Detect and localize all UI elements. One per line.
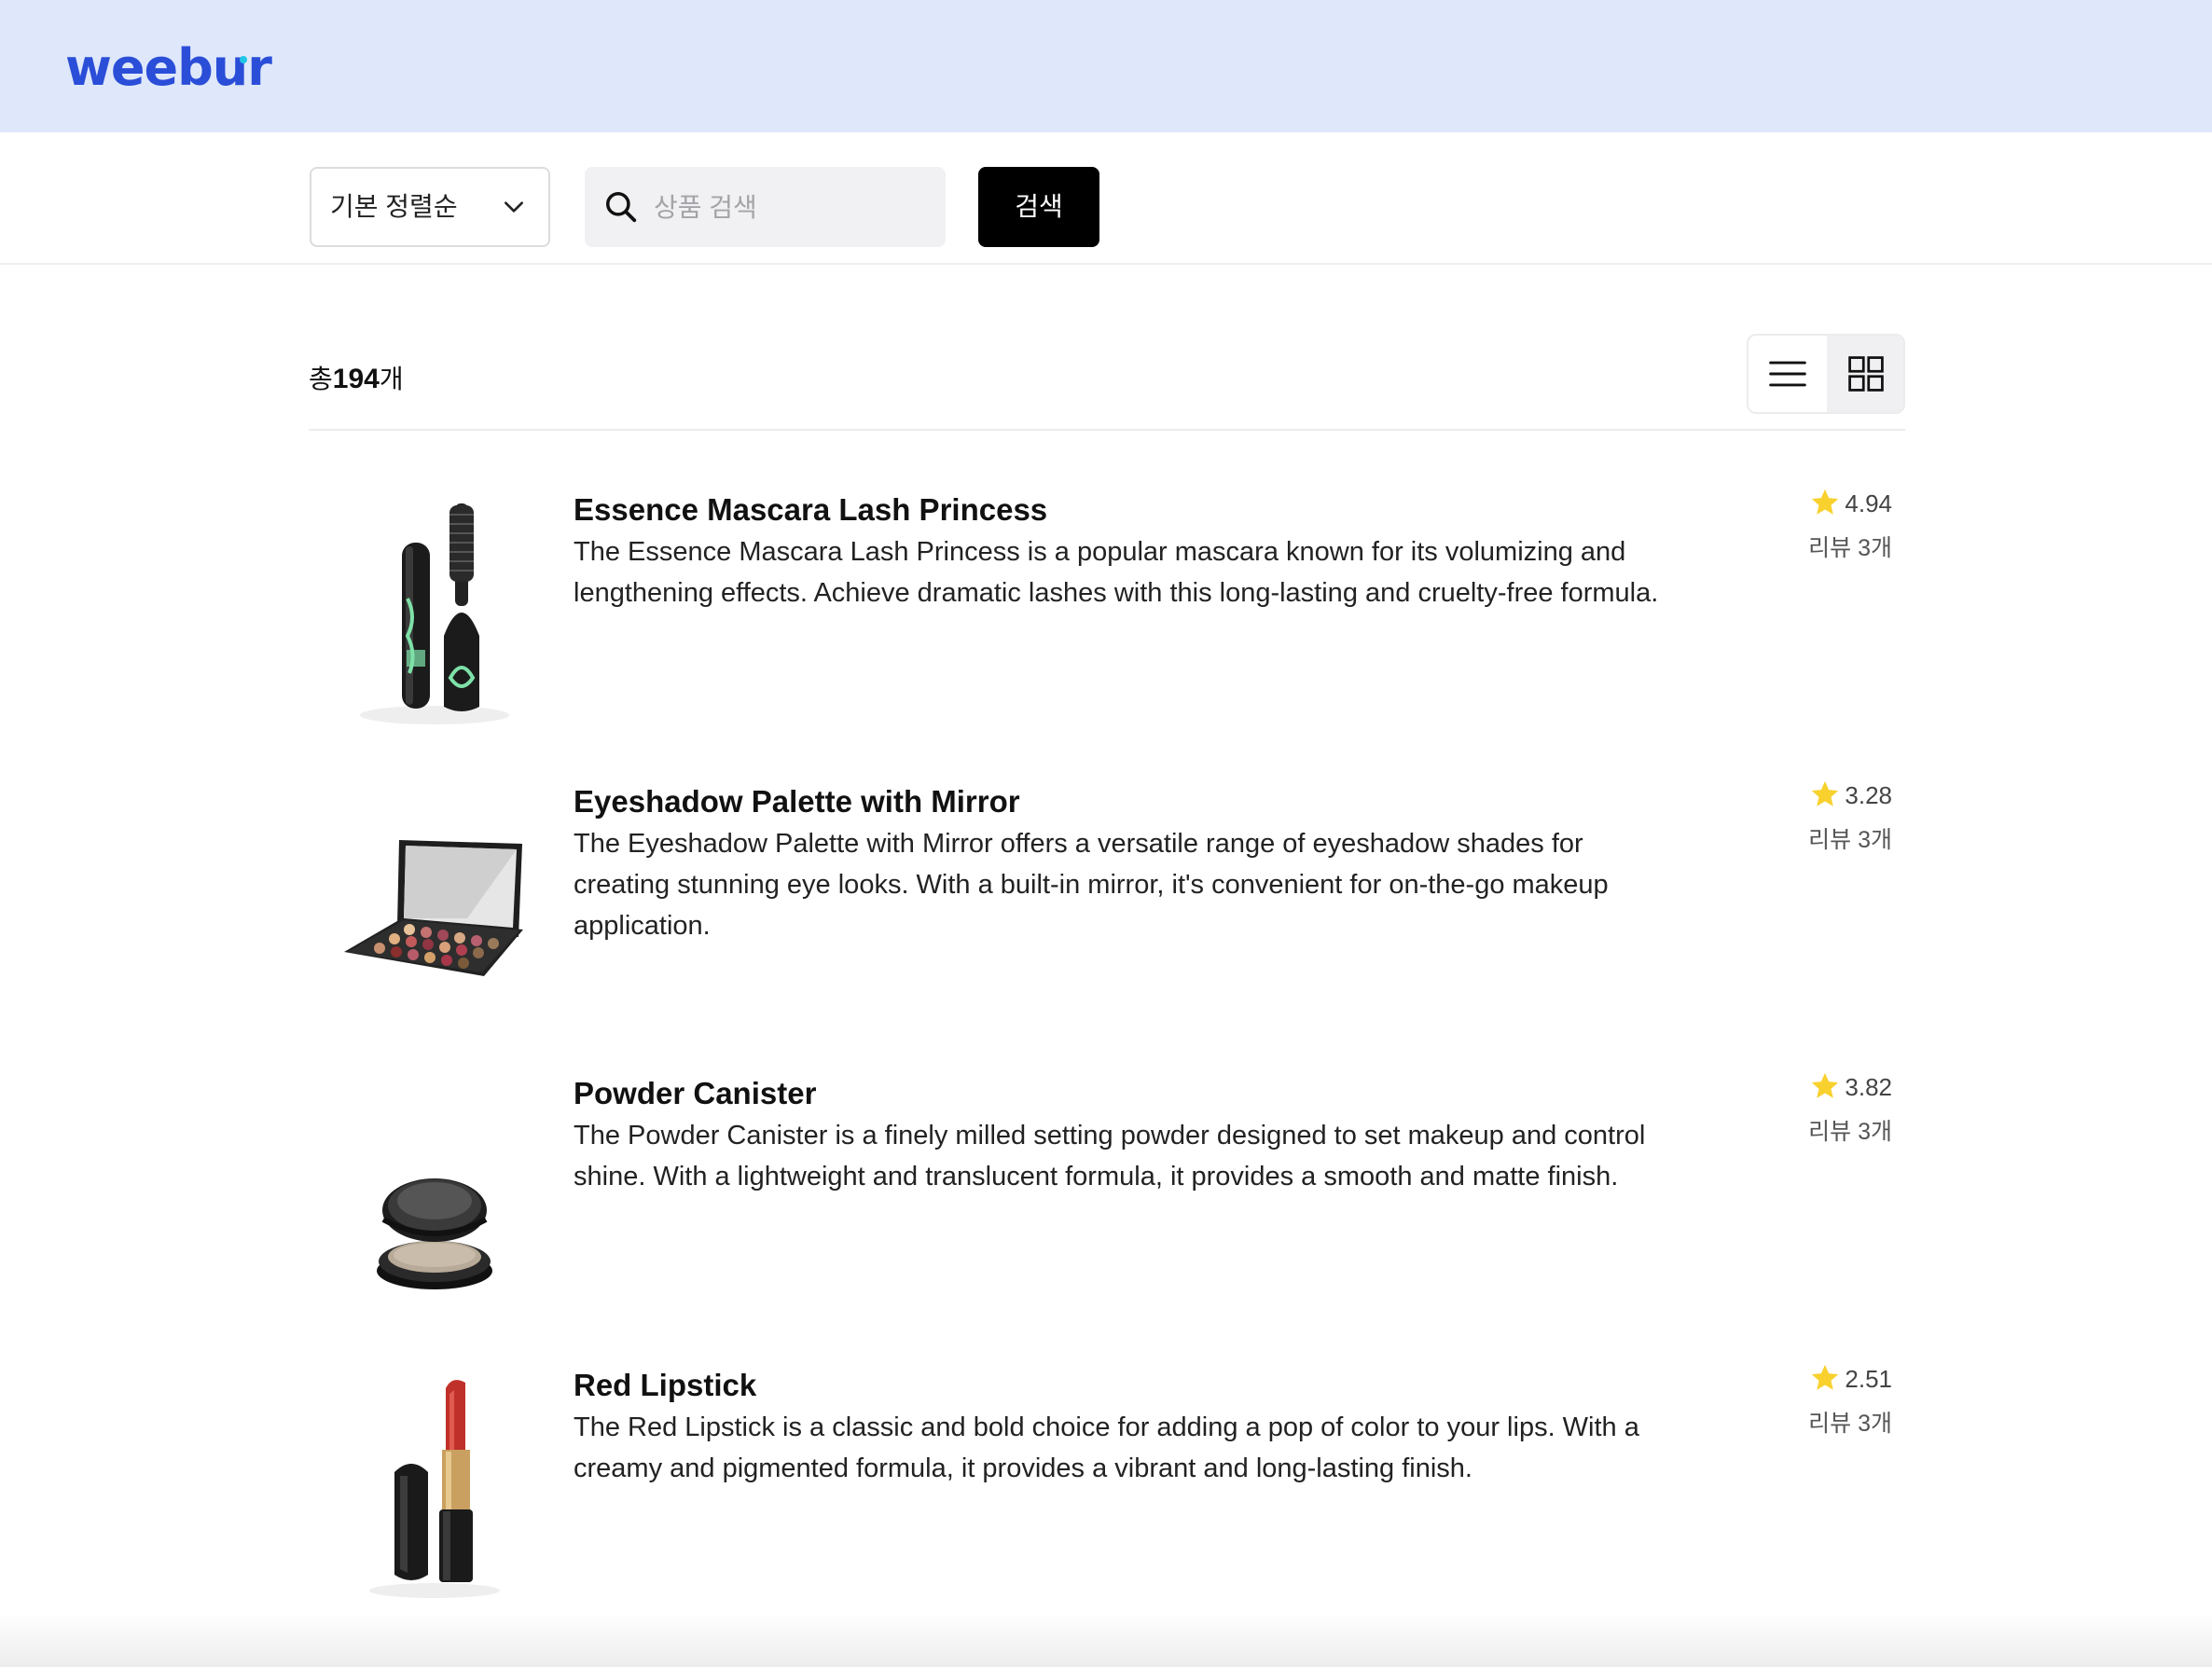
- eyeshadow-palette-icon: [344, 840, 523, 976]
- total-count: 총194개: [309, 356, 404, 403]
- product-item[interactable]: Red Lipstick The Red Lipstick is a class…: [309, 1362, 1905, 1633]
- brand-logo[interactable]: weebur: [65, 35, 272, 101]
- search-input[interactable]: [652, 167, 935, 249]
- rating-value: 3.82: [1845, 1073, 1892, 1101]
- product-item[interactable]: Essence Mascara Lash Princess The Essenc…: [309, 487, 1905, 757]
- grid-view-button[interactable]: [1827, 336, 1903, 412]
- star-icon: [1812, 780, 1839, 806]
- product-name[interactable]: Eyeshadow Palette with Mirror: [574, 778, 1020, 825]
- logo-dot: [240, 56, 247, 63]
- product-description: The Essence Mascara Lash Princess is a p…: [574, 537, 1659, 608]
- view-mode-toggle: [1747, 334, 1905, 414]
- review-count: 리뷰 3개: [1808, 827, 1892, 853]
- product-description: The Eyeshadow Palette with Mirror offers…: [574, 829, 1609, 941]
- review-count: 리뷰 3개: [1808, 1411, 1892, 1437]
- star-icon: [1812, 1364, 1839, 1390]
- list-view-icon: [1769, 361, 1806, 387]
- product-name[interactable]: Red Lipstick: [574, 1362, 756, 1409]
- product-item[interactable]: Eyeshadow Palette with Mirror The Eyesha…: [309, 778, 1905, 1049]
- star-icon: [1812, 1072, 1839, 1098]
- search-box[interactable]: [585, 167, 946, 249]
- sort-selected-label: 기본 정렬순: [330, 192, 458, 221]
- powder-compact-icon: [377, 1178, 492, 1289]
- search-icon: [606, 192, 637, 223]
- product-rating: 3.28 리뷰 3개: [1808, 775, 1892, 861]
- sort-select[interactable]: 기본 정렬순: [310, 167, 550, 247]
- product-item[interactable]: Powder Canister The Powder Canister is a…: [309, 1070, 1905, 1341]
- total-number: 194: [332, 364, 380, 394]
- total-prefix: 총: [309, 365, 333, 393]
- chevron-down-icon: [505, 201, 523, 213]
- product-description: The Powder Canister is a finely milled s…: [574, 1121, 1646, 1192]
- lipstick-icon: [369, 1380, 500, 1598]
- product-rating: 4.94 리뷰 3개: [1808, 483, 1892, 569]
- product-rating: 3.82 리뷰 3개: [1808, 1067, 1892, 1152]
- mascara-icon: [360, 503, 509, 724]
- product-name[interactable]: Powder Canister: [574, 1070, 816, 1117]
- product-rating: 2.51 리뷰 3개: [1808, 1358, 1892, 1444]
- review-count: 리뷰 3개: [1808, 535, 1892, 561]
- rating-value: 4.94: [1845, 489, 1892, 517]
- rating-value: 3.28: [1845, 781, 1892, 809]
- product-name[interactable]: Essence Mascara Lash Princess: [574, 487, 1047, 533]
- total-suffix: 개: [379, 365, 404, 393]
- list-view-button[interactable]: [1749, 336, 1827, 412]
- rating-value: 2.51: [1845, 1365, 1892, 1393]
- star-icon: [1812, 489, 1839, 515]
- search-toolbar: 기본 정렬순 검색: [0, 132, 2212, 265]
- list-header: 총194개: [309, 332, 1905, 431]
- review-count: 리뷰 3개: [1808, 1119, 1892, 1145]
- grid-view-icon: [1848, 356, 1884, 392]
- product-description: The Red Lipstick is a classic and bold c…: [574, 1412, 1639, 1483]
- search-button[interactable]: 검색: [978, 167, 1099, 247]
- top-header: weebur: [0, 0, 2212, 132]
